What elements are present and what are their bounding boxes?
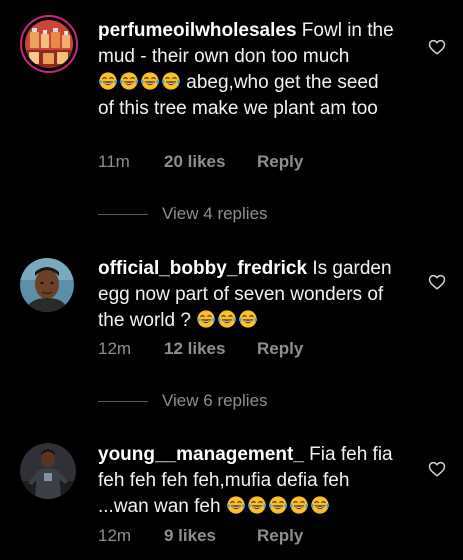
comment-likes[interactable]: 12 likes [164, 339, 257, 359]
comments-list: perfumeoilwholesales Fowl in the mud - t… [0, 0, 463, 560]
comment-meta: 12m 12 likes Reply [98, 339, 303, 359]
comment-meta: 12m 9 likes Reply [98, 526, 303, 546]
divider-line [98, 213, 148, 215]
face-with-tears-of-joy-emoji-icon [226, 495, 246, 515]
emoji-group [196, 309, 258, 329]
like-heart-icon[interactable] [428, 38, 446, 56]
man-standing-avatar-icon [20, 443, 76, 499]
avatar[interactable] [20, 258, 74, 312]
comment-time: 11m [98, 152, 130, 171]
view-replies-button[interactable]: View 6 replies [98, 391, 268, 411]
comment-time: 12m [98, 339, 132, 358]
comment-meta: 11m 20 likes Reply [98, 152, 303, 172]
avatar[interactable] [20, 443, 76, 499]
reply-button[interactable]: Reply [257, 339, 303, 359]
face-with-tears-of-joy-emoji-icon [310, 495, 330, 515]
emoji-group [98, 71, 181, 91]
face-with-tears-of-joy-emoji-icon [247, 495, 267, 515]
comment-username[interactable]: official_bobby_fredrick [98, 258, 307, 279]
face-with-tears-of-joy-emoji-icon [140, 71, 160, 91]
comment-username[interactable]: young__management_ [98, 444, 304, 465]
comment-likes[interactable]: 20 likes [164, 152, 257, 172]
face-with-tears-of-joy-emoji-icon [217, 309, 237, 329]
comment-text: young__management_ Fia feh fia feh feh f… [98, 442, 398, 520]
divider-line [98, 400, 148, 402]
comment-text: official_bobby_fredrick Is garden egg no… [98, 256, 398, 334]
reply-button[interactable]: Reply [257, 526, 303, 546]
emoji-group [226, 495, 330, 515]
like-heart-icon[interactable] [428, 460, 446, 478]
comment-time: 12m [98, 526, 132, 545]
face-with-tears-of-joy-emoji-icon [161, 71, 181, 91]
like-heart-icon[interactable] [428, 273, 446, 291]
comment-likes[interactable]: 9 likes [164, 526, 257, 546]
reply-button[interactable]: Reply [257, 152, 303, 172]
face-with-tears-of-joy-emoji-icon [238, 309, 258, 329]
man-portrait-avatar-icon [20, 258, 74, 312]
view-replies-label: View 4 replies [162, 204, 268, 223]
face-with-tears-of-joy-emoji-icon [196, 309, 216, 329]
face-with-tears-of-joy-emoji-icon [98, 71, 118, 91]
face-with-tears-of-joy-emoji-icon [289, 495, 309, 515]
face-with-tears-of-joy-emoji-icon [268, 495, 288, 515]
comment-text: perfumeoilwholesales Fowl in the mud - t… [98, 18, 398, 122]
comment-username[interactable]: perfumeoilwholesales [98, 20, 297, 41]
view-replies-button[interactable]: View 4 replies [98, 204, 268, 224]
view-replies-label: View 6 replies [162, 391, 268, 410]
avatar[interactable] [20, 15, 78, 73]
perfume-bottles-avatar-icon [25, 20, 73, 68]
face-with-tears-of-joy-emoji-icon [119, 71, 139, 91]
